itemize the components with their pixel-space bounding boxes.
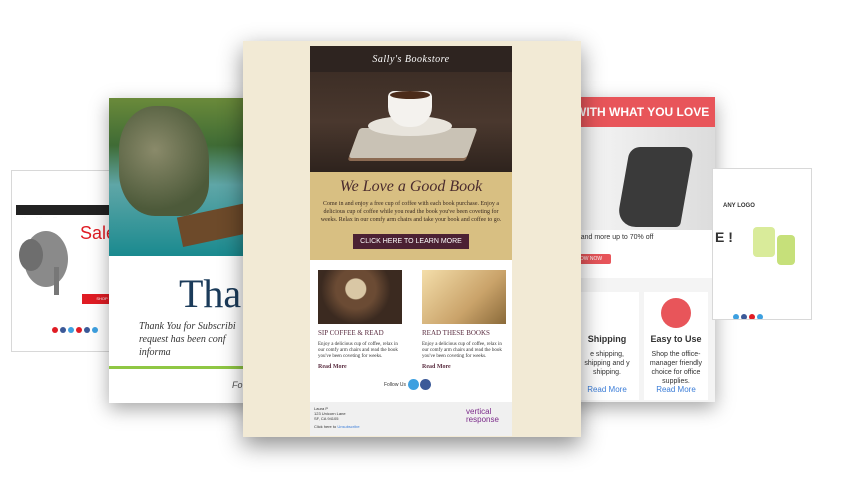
- column-books: READ THESE BOOKS Enjoy a delicious cup o…: [422, 270, 506, 370]
- register-icon: [661, 298, 691, 328]
- social-icon[interactable]: [749, 314, 755, 319]
- template-card-spa[interactable]: ANY LOGO E !: [712, 168, 812, 320]
- brand-logo: vertical response: [466, 407, 499, 424]
- read-more-link[interactable]: Read More: [575, 385, 639, 394]
- read-more-link[interactable]: Read More: [318, 364, 402, 370]
- email-footer: Laura P 123 Unicorn Lane SF, CA 94105 Cl…: [310, 402, 512, 436]
- feature-box-easy: Easy to Use Shop the office-manager frie…: [644, 292, 708, 400]
- template-card-chair[interactable]: WITH WHAT YOU LOVE or, and more up to 70…: [565, 97, 715, 402]
- unsubscribe-line: Click here to Unsubscribe: [314, 424, 360, 429]
- social-icon[interactable]: [757, 314, 763, 319]
- thanks-body: Thank You for Subscribi request has been…: [139, 321, 236, 358]
- social-icons: [733, 307, 765, 319]
- facebook-icon[interactable]: [420, 379, 431, 390]
- read-more-link[interactable]: Read More: [644, 385, 708, 394]
- column-desc: Enjoy a delicious cup of coffee, relax i…: [318, 342, 398, 359]
- social-icon[interactable]: [60, 327, 66, 333]
- coffee-book-image: [318, 270, 402, 324]
- feature-desc: Shop the office-manager friendly choice …: [649, 351, 703, 385]
- intro-band: We Love a Good Book Come in and enjoy a …: [310, 172, 512, 260]
- address-block: Laura P 123 Unicorn Lane SF, CA 94105: [314, 406, 346, 421]
- footer-text: Fo: [232, 380, 243, 390]
- column-title: READ THESE BOOKS: [422, 329, 490, 337]
- beach-photo: [109, 98, 259, 256]
- social-icon[interactable]: [68, 327, 74, 333]
- hero-image: Sally's Bookstore: [310, 46, 512, 172]
- company-logo: ANY LOGO: [723, 203, 755, 209]
- column-title: SIP COFFEE & READ: [318, 329, 384, 337]
- social-icon[interactable]: [84, 327, 90, 333]
- jar-image: [777, 235, 795, 265]
- open-book-image: [422, 270, 506, 324]
- feature-box-shipping: Shipping e shipping, shipping and y ship…: [575, 292, 639, 400]
- jar-image: [753, 227, 775, 257]
- intro-text: Come in and enjoy a free cup of coffee w…: [320, 201, 502, 223]
- social-icon[interactable]: [733, 314, 739, 319]
- elephant-image: [19, 231, 68, 295]
- twitter-icon[interactable]: [408, 379, 419, 390]
- social-icon[interactable]: [92, 327, 98, 333]
- column-desc: Enjoy a delicious cup of coffee, relax i…: [422, 342, 502, 359]
- template-card-thankyou[interactable]: Tha Thank You for Subscribi request has …: [109, 98, 259, 403]
- template-card-sale[interactable]: · ·· ·· ··· ··· · Sale SHOP: [11, 170, 123, 352]
- feature-desc: e shipping, shipping and y shipping.: [584, 351, 630, 376]
- offer-text: or, and more up to 70% off: [571, 234, 654, 241]
- banner-headline: WITH WHAT YOU LOVE: [565, 97, 715, 127]
- social-icons: [52, 320, 100, 338]
- coffee-surface: [390, 91, 430, 99]
- feature-title: Easy to Use: [650, 334, 702, 344]
- nav-bar: · ·· ·· ··· ··· ·: [16, 205, 120, 219]
- unsubscribe-link[interactable]: Unsubscribe: [337, 424, 359, 429]
- click-here-text: Click here to: [314, 424, 337, 429]
- rock-shape: [119, 106, 209, 216]
- sale-headline: E !: [715, 229, 733, 245]
- address-city: SF, CA 94105: [314, 416, 339, 421]
- main-headline: We Love a Good Book: [339, 178, 483, 195]
- follow-label: Follow Us: [384, 382, 406, 388]
- learn-more-button[interactable]: CLICK HERE TO LEARN MORE: [353, 234, 469, 249]
- chair-shape: [615, 147, 695, 227]
- read-more-link[interactable]: Read More: [422, 364, 506, 370]
- column-coffee: SIP COFFEE & READ Enjoy a delicious cup …: [318, 270, 402, 370]
- template-card-bookstore[interactable]: Sally's Bookstore We Love a Good Book Co…: [243, 41, 581, 437]
- social-icon[interactable]: [741, 314, 747, 319]
- follow-section: Follow Us: [384, 379, 431, 390]
- social-icon[interactable]: [76, 327, 82, 333]
- email-body: Sally's Bookstore We Love a Good Book Co…: [310, 46, 512, 436]
- social-icon[interactable]: [52, 327, 58, 333]
- offer-section: or, and more up to 70% off OW NOW: [565, 230, 715, 278]
- divider: [109, 366, 259, 369]
- thanks-headline: Tha: [179, 271, 242, 316]
- feature-title: Shipping: [587, 334, 627, 344]
- store-name: Sally's Bookstore: [372, 54, 450, 65]
